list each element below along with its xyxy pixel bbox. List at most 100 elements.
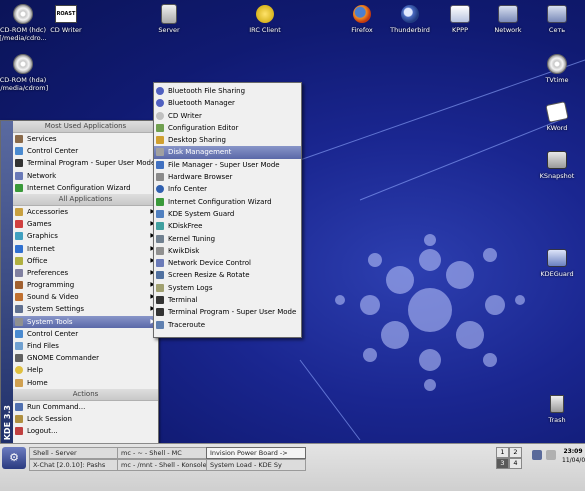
submenu-item-kdiskfree[interactable]: KDiskFree (154, 220, 301, 232)
kwikdisk-icon (156, 246, 164, 255)
disk-management-icon (156, 148, 164, 157)
submenu-item-system-logs[interactable]: System Logs (154, 282, 301, 294)
tray-volume-icon[interactable] (546, 450, 556, 460)
menu-item-home[interactable]: Home (13, 377, 158, 389)
desktop-icon-server[interactable]: Server (139, 4, 199, 34)
wizard-icon (156, 197, 164, 206)
menu-item-office[interactable]: Office▶ (13, 255, 158, 267)
menu-item-programming[interactable]: Programming▶ (13, 279, 158, 291)
services-icon (15, 135, 23, 143)
menu-item-services[interactable]: Services (13, 133, 158, 145)
task-xchat[interactable]: X-Chat [2.0.10]: Pashs (29, 459, 118, 471)
programming-icon (15, 281, 23, 290)
accessories-icon (15, 207, 23, 216)
submenu-item-bluetooth-manager[interactable]: Bluetooth Manager (154, 97, 301, 109)
task-mc-shell[interactable]: mc - ~ - Shell - MC (117, 447, 207, 459)
kmenu: KDE 3.3 Most Used Applications Services … (0, 120, 159, 445)
terminal-icon (156, 296, 164, 305)
menu-item-graphics[interactable]: Graphics▶ (13, 230, 158, 242)
wizard-icon (15, 183, 23, 192)
desktop-icon-trash[interactable]: Trash (527, 394, 585, 424)
desktop-icon-network-ru[interactable]: Сеть (527, 4, 585, 34)
desktop-icon-kdeguard[interactable]: KDEGuard (527, 248, 585, 278)
file-manager-icon (156, 160, 164, 169)
home-icon (15, 378, 23, 387)
desktop-icon-tvtime[interactable]: TVtime (527, 54, 585, 84)
menu-item-help[interactable]: Help (13, 364, 158, 376)
cdrom-icon (13, 54, 33, 74)
desktop-icon-cd-writer[interactable]: ROAST CD Writer (36, 4, 96, 34)
menu-item-gnome-commander[interactable]: GNOME Commander (13, 352, 158, 364)
menu-item-lock-session[interactable]: Lock Session (13, 413, 158, 425)
task-system-load[interactable]: System Load - KDE Sy (206, 459, 306, 471)
submenu-item-desktop-sharing[interactable]: Desktop Sharing (154, 134, 301, 146)
submenu-item-info-center[interactable]: Info Center (154, 183, 301, 195)
menu-item-logout[interactable]: Logout... (13, 425, 158, 437)
submenu-item-kernel-tuning[interactable]: Kernel Tuning (154, 233, 301, 245)
menu-item-run-command[interactable]: Run Command... (13, 401, 158, 413)
submenu-item-disk-management[interactable]: Disk Management (154, 146, 301, 159)
pager-desktop-4[interactable]: 4 (509, 458, 522, 469)
kdeguard-icon (547, 249, 567, 267)
desktop-icon-ksnapshot[interactable]: KSnapshot (527, 150, 585, 180)
preferences-icon (15, 268, 23, 277)
submenu-item-screen-resize-rotate[interactable]: Screen Resize & Rotate (154, 269, 301, 281)
desktop-icon-kword[interactable]: KWord (527, 101, 585, 132)
menu-item-internet[interactable]: Internet▶ (13, 243, 158, 255)
menu-item-preferences[interactable]: Preferences▶ (13, 267, 158, 279)
desktop-icon-irc-client[interactable]: IRC Client (235, 4, 295, 34)
gnome-commander-icon (15, 354, 23, 363)
system-guard-icon (156, 209, 164, 218)
control-center-icon (15, 329, 23, 338)
actions-header: Actions (13, 388, 158, 401)
menu-item-internet-config-wizard[interactable]: Internet Configuration Wizard (13, 182, 158, 194)
menu-item-sound-video[interactable]: Sound & Video▶ (13, 291, 158, 303)
kdiskfree-icon (156, 222, 164, 231)
menu-item-games[interactable]: Games▶ (13, 218, 158, 230)
most-used-header: Most Used Applications (13, 121, 158, 133)
configuration-editor-icon (156, 123, 164, 132)
menu-item-control-center-2[interactable]: Control Center (13, 328, 158, 340)
pager-desktop-3[interactable]: 3 (496, 458, 509, 469)
pager-desktop-1[interactable]: 1 (496, 447, 509, 458)
ksnapshot-icon (547, 151, 567, 169)
server-icon (161, 4, 177, 24)
submenu-item-cd-writer[interactable]: CD Writer (154, 110, 301, 122)
submenu-item-internet-config-wizard[interactable]: Internet Configuration Wizard (154, 196, 301, 208)
clock[interactable]: 23:09 11/04/05 (562, 447, 585, 465)
internet-icon (15, 244, 23, 253)
submenu-item-network-device-control[interactable]: Network Device Control (154, 257, 301, 269)
menu-item-find-files[interactable]: Find Files (13, 340, 158, 352)
kword-icon (545, 101, 569, 123)
submenu-item-traceroute[interactable]: Traceroute (154, 319, 301, 331)
cdrom-icon (13, 4, 33, 24)
task-invision-power-board[interactable]: Invision Power Board -> (206, 447, 306, 459)
submenu-item-bluetooth-file-sharing[interactable]: Bluetooth File Sharing (154, 85, 301, 97)
menu-item-terminal-su[interactable]: Terminal Program - Super User Mode (13, 157, 158, 169)
menu-item-system-tools[interactable]: System Tools▶ (13, 315, 158, 328)
clock-time: 23:09 (563, 448, 583, 455)
submenu-item-terminal[interactable]: Terminal (154, 294, 301, 306)
submenu-item-kwikdisk[interactable]: KwikDisk (154, 245, 301, 257)
submenu-item-kde-system-guard[interactable]: KDE System Guard (154, 208, 301, 220)
submenu-item-file-manager-su[interactable]: File Manager - Super User Mode (154, 159, 301, 171)
menu-item-system-settings[interactable]: System Settings▶ (13, 303, 158, 315)
help-icon (15, 366, 23, 375)
task-shell-server[interactable]: Shell - Server (29, 447, 118, 459)
menu-item-network[interactable]: Network (13, 170, 158, 182)
menu-item-control-center[interactable]: Control Center (13, 145, 158, 157)
tray-network-icon[interactable] (532, 450, 542, 460)
games-icon (15, 220, 23, 229)
lock-icon (15, 414, 23, 423)
task-mc-konsole[interactable]: mc - /mnt - Shell - Konsole (117, 459, 207, 471)
menu-item-accessories[interactable]: Accessories▶ (13, 206, 158, 218)
submenu-item-terminal-su[interactable]: Terminal Program - Super User Mode (154, 306, 301, 318)
find-files-icon (15, 342, 23, 350)
network-ru-icon (547, 5, 567, 23)
kmenu-button[interactable]: ⚙ (2, 447, 26, 469)
desktop-icon-cdrom-hda[interactable]: CD-ROM (hda) [/media/cdrom] (0, 54, 53, 92)
submenu-item-configuration-editor[interactable]: Configuration Editor (154, 122, 301, 134)
submenu-item-hardware-browser[interactable]: Hardware Browser (154, 171, 301, 183)
system-tools-icon (15, 317, 23, 326)
pager-desktop-2[interactable]: 2 (509, 447, 522, 458)
